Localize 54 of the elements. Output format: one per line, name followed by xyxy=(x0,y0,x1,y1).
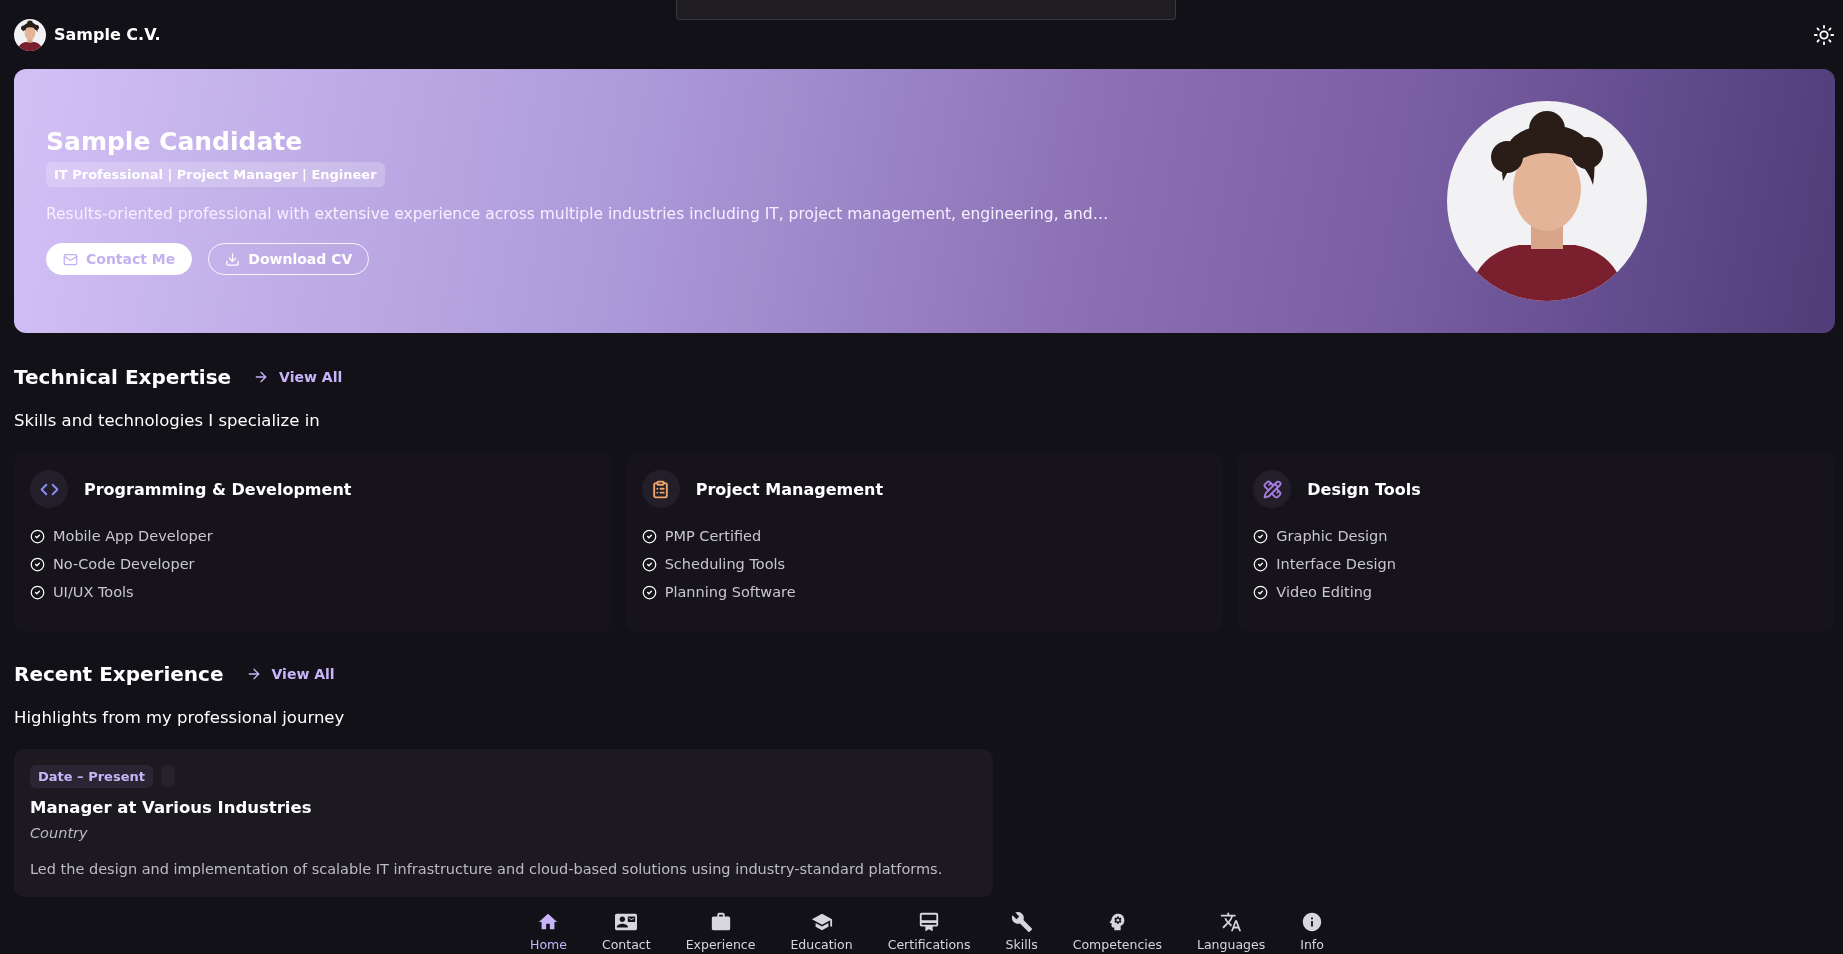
skills-icon xyxy=(1010,911,1033,933)
nav-item[interactable]: Education xyxy=(790,898,853,954)
check-icon xyxy=(1253,556,1269,572)
card-title: Project Management xyxy=(695,479,884,499)
summary-text: Results-oriented professional with extensive experience across multiple industries including IT, project management, engineering, and… xyxy=(46,205,1109,223)
check-icon xyxy=(30,556,45,572)
skill-item: Interface Design xyxy=(1276,556,1396,572)
download-icon xyxy=(225,251,241,267)
check-icon xyxy=(641,584,657,600)
section-title: Recent Experience xyxy=(14,662,224,686)
section-subtitle: Skills and technologies I specialize in xyxy=(14,411,321,430)
job-title: Manager at Various Industries xyxy=(30,798,313,817)
check-icon xyxy=(641,556,657,572)
skill-item: Scheduling Tools xyxy=(664,556,786,572)
site-title: Sample C.V. xyxy=(54,25,161,44)
section-title: Technical Expertise xyxy=(14,365,232,389)
skill-item: Video Editing xyxy=(1276,584,1373,600)
card-title: Design Tools xyxy=(1307,479,1421,499)
candidate-name: Sample Candidate xyxy=(46,127,303,156)
skill-item: Planning Software xyxy=(664,584,796,600)
job-description: Led the design and implementation of scalable IT infrastructure and cloud-based solutions using industry-standard platforms. xyxy=(30,861,944,877)
theme-toggle-icon[interactable] xyxy=(1813,23,1835,46)
nav-item[interactable]: Skills xyxy=(1005,898,1038,954)
certifications-icon xyxy=(918,911,941,933)
check-icon xyxy=(30,528,45,544)
avatar xyxy=(14,18,46,51)
section-subtitle: Highlights from my professional journey xyxy=(14,708,346,727)
check-icon xyxy=(1253,528,1269,544)
nav-item[interactable]: Languages xyxy=(1197,898,1266,954)
education-icon xyxy=(810,911,833,933)
skill-item: UI/UX Tools xyxy=(53,584,134,600)
mail-icon xyxy=(63,251,78,267)
nav-item[interactable]: Competencies xyxy=(1072,898,1162,954)
view-all-link[interactable]: View All xyxy=(245,666,335,682)
check-icon xyxy=(30,584,45,600)
skill-item: No-Code Developer xyxy=(53,556,195,572)
view-all-link[interactable]: View All xyxy=(253,369,343,385)
info-icon xyxy=(1301,911,1324,933)
check-icon xyxy=(641,528,657,544)
check-icon xyxy=(1253,584,1269,600)
nav-item[interactable]: Experience xyxy=(685,898,756,954)
contact-icon xyxy=(615,911,638,933)
date-badge: Date – Present xyxy=(30,765,153,788)
nav-item[interactable]: Contact xyxy=(601,898,651,954)
nav-item[interactable]: Certifications xyxy=(887,898,971,954)
nav-item[interactable]: Home xyxy=(530,898,567,954)
skill-item: Graphic Design xyxy=(1276,528,1388,544)
skill-item: PMP Certified xyxy=(664,528,762,544)
languages-icon xyxy=(1220,911,1243,933)
nav-item[interactable]: Info xyxy=(1300,898,1324,954)
skill-item: Mobile App Developer xyxy=(53,528,213,544)
card-title: Programming & Development xyxy=(84,479,352,499)
experience-icon xyxy=(709,911,732,933)
job-location: Country xyxy=(30,825,89,841)
